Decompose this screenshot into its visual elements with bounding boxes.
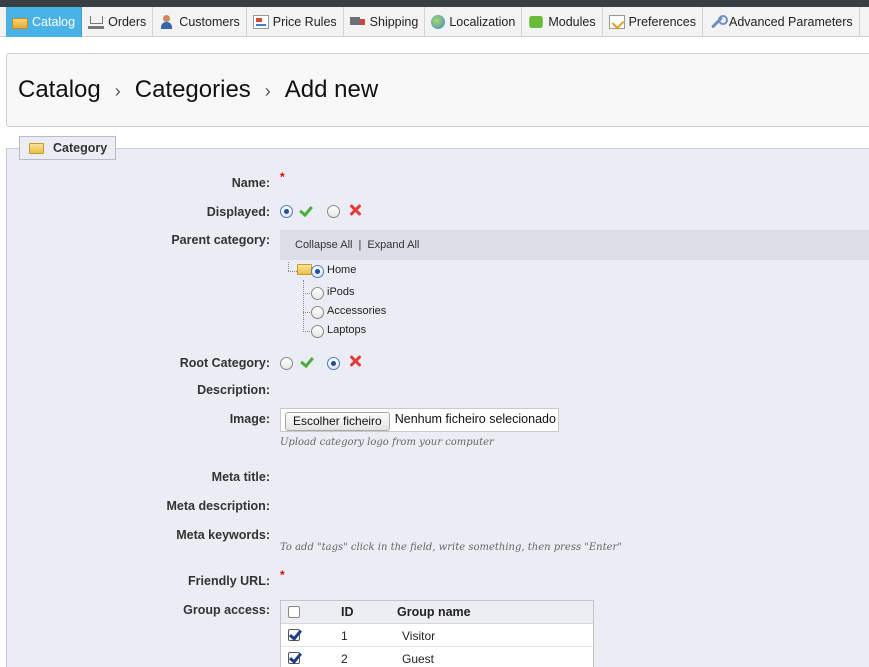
tab-label: Customers [179,15,240,29]
cart-icon [88,15,105,29]
tree-label-ipods: iPods [327,286,355,298]
folder-icon [29,142,44,154]
breadcrumb-separator: › [114,80,121,101]
select-all-checkbox[interactable] [288,606,300,618]
meta-keywords-label: Meta keywords: [176,528,270,542]
group-name: Visitor [402,629,436,643]
meta-title-label: Meta title: [211,470,270,484]
tree-connector [303,280,304,332]
group-access-label: Group access: [183,603,270,617]
tab-shipping[interactable]: Shipping [344,7,426,37]
description-label: Description: [197,383,270,397]
main-nav: Catalog Orders Customers Price Rules Shi… [0,7,869,37]
tab-price-rules[interactable]: Price Rules [247,7,344,37]
group-id: 1 [341,629,348,643]
tab-orders[interactable]: Orders [82,7,154,37]
tab-advanced-parameters[interactable]: Advanced Parameters [703,7,860,37]
image-file-input[interactable]: Escolher ficheiro Nenhum ficheiro seleci… [280,408,559,432]
open-folder-icon [297,264,312,275]
image-hint: Upload category logo from your computer [280,437,494,448]
tree-radio-laptops[interactable] [311,325,324,338]
tab-label: Orders [108,15,147,29]
required-mark: * [280,568,285,582]
catalog-folder-icon [12,17,28,29]
table-row: 2 Guest [281,647,593,667]
meta-keywords-hint: To add "tags" click in the field, write … [280,542,622,553]
meta-description-label: Meta description: [166,499,271,513]
displayed-label: Displayed: [206,205,270,219]
table-row: 1 Visitor [281,624,593,647]
root-category-yes-radio[interactable] [280,357,293,370]
tree-toolbar-separator: | [358,239,362,251]
table-header: ID Group name [281,601,593,624]
legend-label: Category [53,141,108,155]
file-status: Nenhum ficheiro selecionado [394,412,556,426]
image-label: Image: [229,412,270,426]
breadcrumb-separator: › [264,80,271,101]
tree-connector [288,262,289,271]
globe-icon [431,15,446,29]
check-icon [301,354,315,367]
tree-connector [288,271,297,272]
top-strip [0,0,869,7]
tab-localization[interactable]: Localization [425,7,523,37]
check-icon [300,203,314,216]
tab-label: Localization [449,15,516,29]
tab-catalog[interactable]: Catalog [6,7,83,37]
tab-label: Preferences [628,15,696,29]
fieldset-legend: Category [19,136,117,160]
required-mark: * [280,170,285,184]
tree-label-home: Home [327,264,357,276]
tree-label-accessories: Accessories [327,305,387,317]
name-label: Name: [231,176,270,190]
tab-label: Catalog [32,15,76,29]
tree-radio-accessories[interactable] [311,306,324,319]
displayed-no-radio[interactable] [327,205,340,218]
root-category-label: Root Category: [179,356,270,370]
tab-label: Modules [548,15,596,29]
tab-preferences[interactable]: Preferences [603,7,703,37]
page-header: Catalog › Categories › Add new [6,53,869,127]
tab-modules[interactable]: Modules [522,7,603,37]
collapse-all-link[interactable]: Collapse All [295,239,352,251]
tab-label: Shipping [369,15,419,29]
friendly-url-label: Friendly URL: [188,574,270,588]
breadcrumb-catalog[interactable]: Catalog [18,76,101,104]
breadcrumb: Catalog › Categories › Add new [18,76,378,104]
group-access-table: ID Group name 1 Visitor 2 Guest [280,600,594,667]
cross-icon [349,355,362,368]
tab-label: Price Rules [272,15,337,29]
truck-icon [349,15,366,29]
parent-category-label: Parent category: [171,233,270,247]
choose-file-button[interactable]: Escolher ficheiro [285,411,390,431]
preferences-icon [608,15,625,29]
group-name: Guest [402,652,435,666]
breadcrumb-add-new: Add new [284,76,379,103]
price-tag-icon [252,15,269,29]
cross-icon [349,204,362,217]
breadcrumb-categories[interactable]: Categories [135,76,251,104]
puzzle-icon [529,16,544,28]
customer-icon [159,15,175,29]
tab-label: Advanced Parameters [728,15,853,29]
displayed-yes-radio[interactable] [280,205,293,218]
root-category-no-radio[interactable] [327,357,340,370]
group-id: 2 [341,652,348,666]
tree-radio-ipods[interactable] [311,287,324,300]
column-header-group-name: Group name [397,605,471,619]
tree-toolbar: Collapse All | Expand All [280,230,869,260]
tab-customers[interactable]: Customers [153,7,247,37]
wrench-icon [709,15,728,29]
tree-radio-home[interactable] [311,265,324,278]
tree-label-laptops: Laptops [327,324,367,336]
column-header-id: ID [341,605,354,619]
group-checkbox-visitor[interactable] [288,629,300,641]
group-checkbox-guest[interactable] [288,652,300,664]
expand-all-link[interactable]: Expand All [367,239,419,251]
